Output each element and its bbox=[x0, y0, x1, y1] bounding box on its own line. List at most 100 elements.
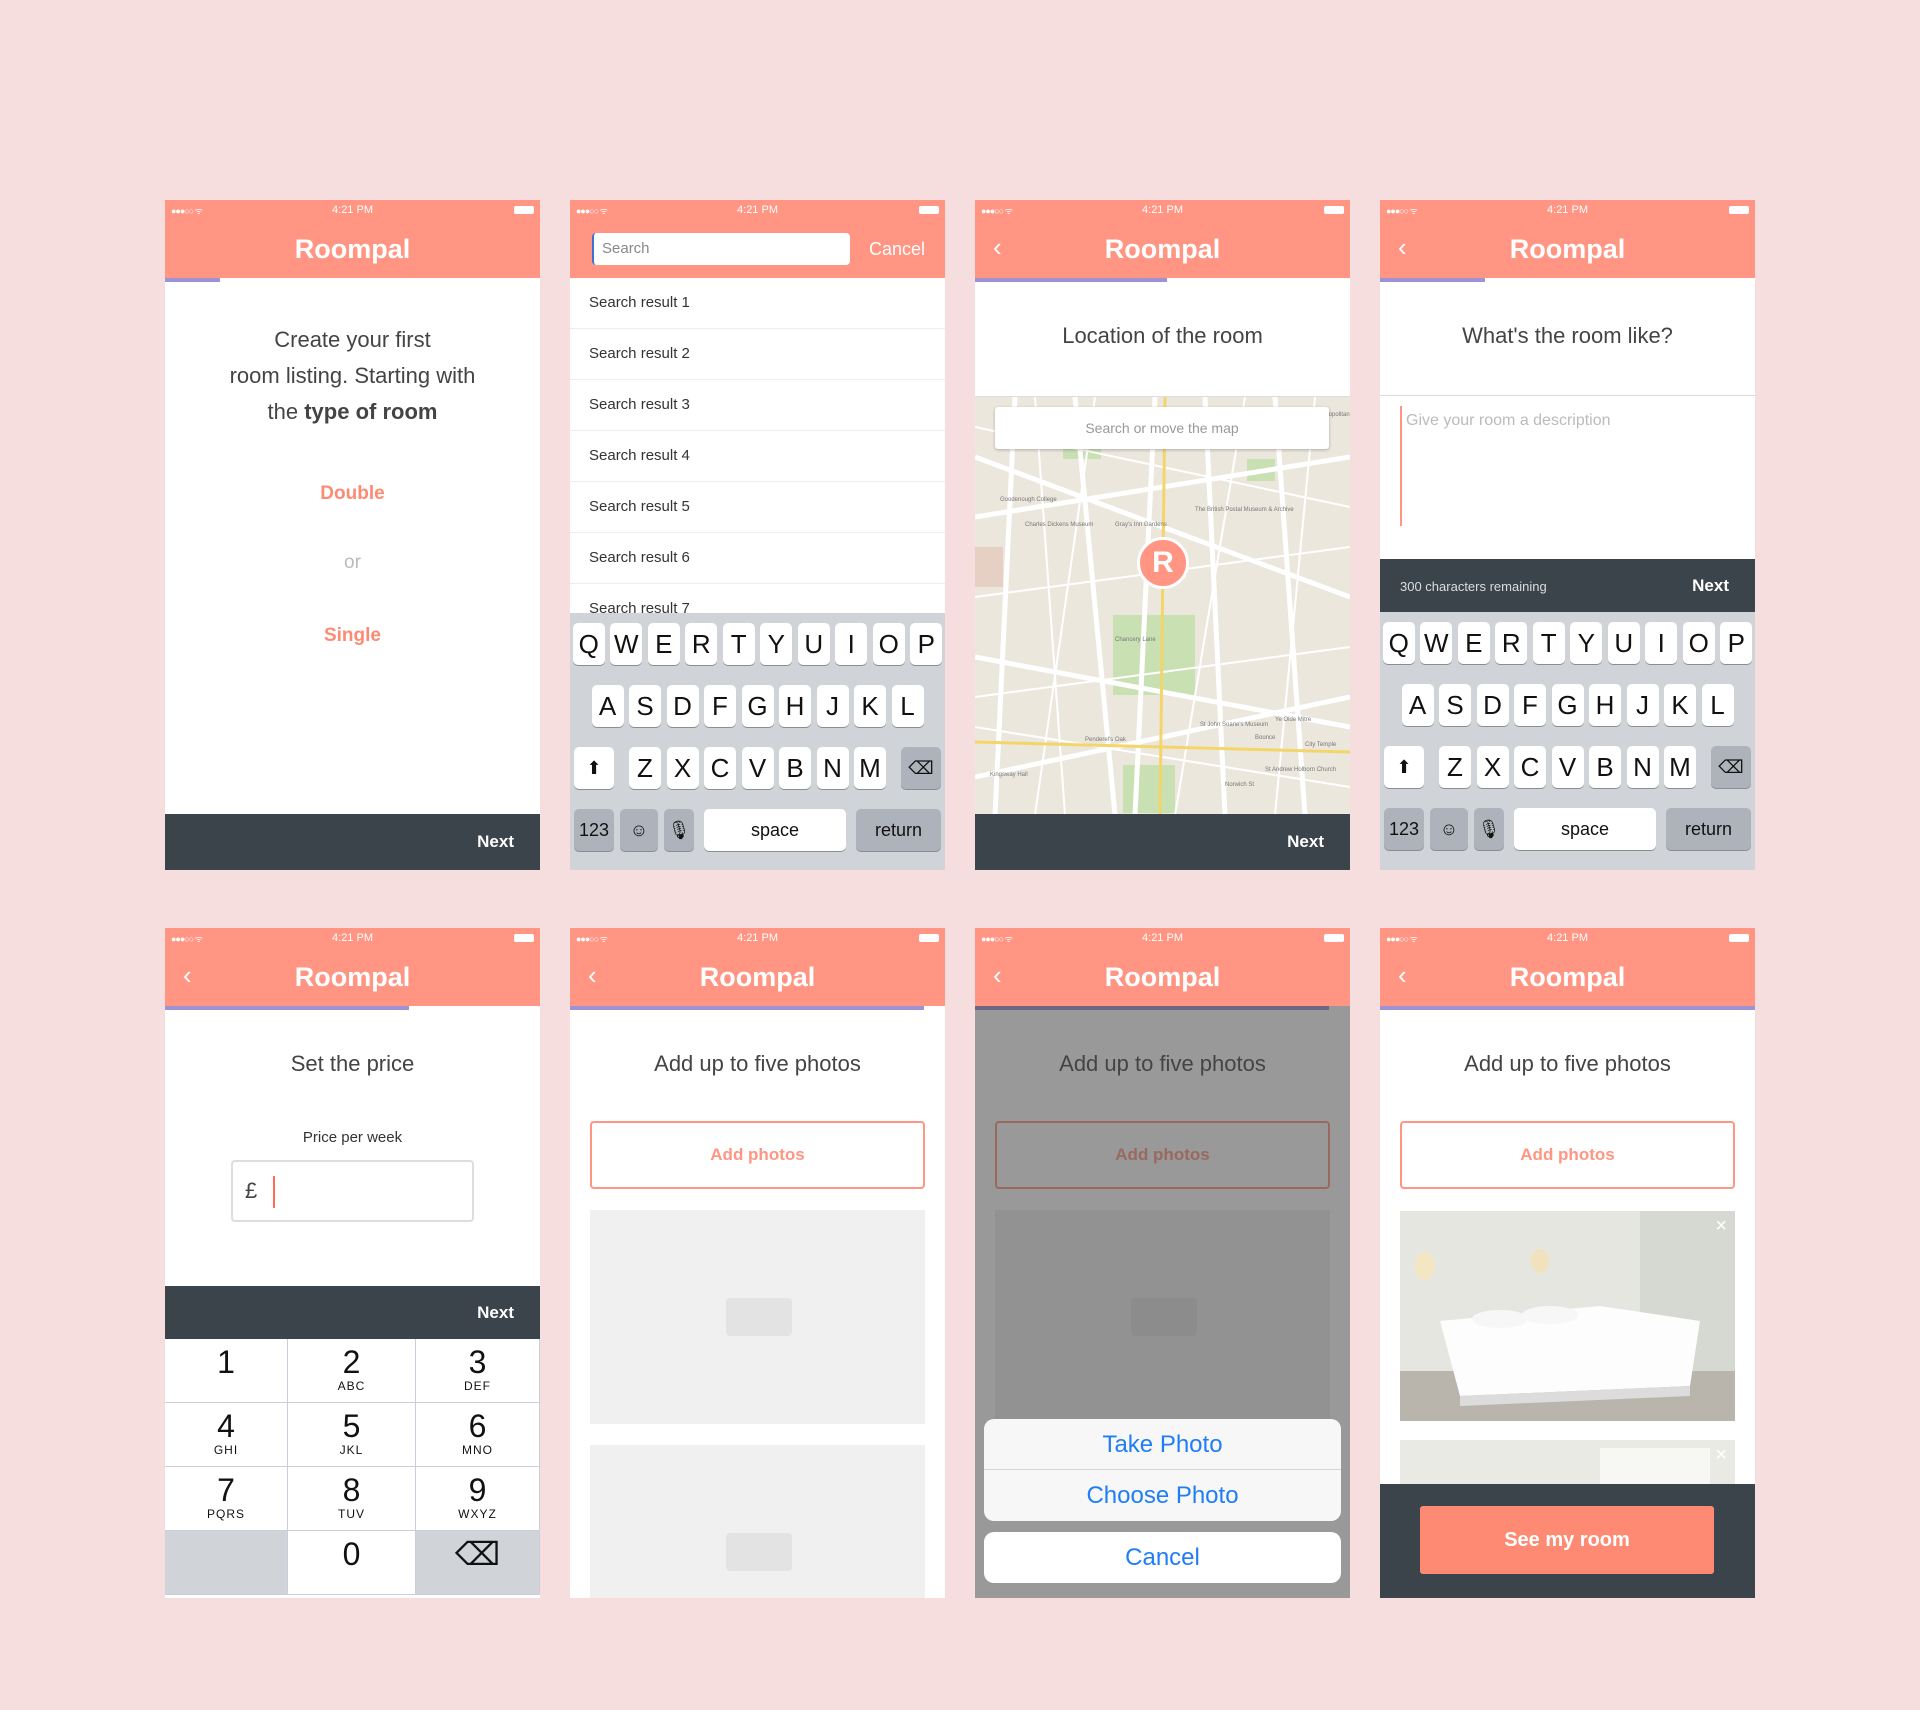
shift-key-icon[interactable]: ⬆ bbox=[1384, 746, 1424, 788]
key-h[interactable]: H bbox=[1589, 684, 1621, 726]
key-i[interactable]: I bbox=[835, 623, 868, 665]
numpad-key[interactable]: 5 JKL bbox=[288, 1403, 416, 1467]
space-key[interactable]: space bbox=[704, 809, 846, 851]
key-t[interactable]: T bbox=[722, 623, 755, 665]
key-b[interactable]: B bbox=[1589, 746, 1621, 788]
key-l[interactable]: L bbox=[1701, 684, 1734, 726]
key-w[interactable]: W bbox=[610, 623, 643, 665]
numpad-key[interactable]: 4 GHI bbox=[165, 1403, 288, 1467]
action-sheet-cancel-button[interactable]: Cancel bbox=[984, 1532, 1341, 1583]
key-k[interactable]: K bbox=[854, 685, 886, 727]
key-j[interactable]: J bbox=[816, 685, 849, 727]
remove-photo-icon[interactable]: × bbox=[1715, 1444, 1727, 1467]
key-j[interactable]: J bbox=[1626, 684, 1659, 726]
numpad-key[interactable]: 0 bbox=[288, 1531, 416, 1595]
key-r[interactable]: R bbox=[685, 623, 718, 665]
cancel-button[interactable]: Cancel bbox=[869, 239, 925, 260]
see-my-room-button[interactable]: See my room bbox=[1420, 1506, 1714, 1574]
key-y[interactable]: Y bbox=[760, 623, 793, 665]
map-view[interactable]: Goodenough College Charles Dickens Museum… bbox=[975, 396, 1350, 814]
search-result-item[interactable]: Search result 4 bbox=[570, 431, 945, 482]
numpad-key[interactable]: 7 PQRS bbox=[165, 1467, 288, 1531]
shift-key-icon[interactable]: ⬆ bbox=[574, 747, 614, 789]
next-button[interactable]: Next bbox=[1287, 832, 1324, 852]
add-photos-button[interactable]: Add photos bbox=[1400, 1121, 1735, 1189]
numpad-key[interactable]: 9 WXYZ bbox=[416, 1467, 540, 1531]
description-textarea[interactable]: Give your room a description bbox=[1400, 406, 1735, 526]
microphone-key-icon[interactable]: 🎙 bbox=[664, 809, 694, 851]
key-p[interactable]: P bbox=[1720, 622, 1753, 664]
key-z[interactable]: Z bbox=[629, 747, 661, 789]
key-q[interactable]: Q bbox=[1382, 622, 1415, 664]
search-result-item[interactable]: Search result 1 bbox=[570, 278, 945, 329]
next-button[interactable]: Next bbox=[477, 1303, 514, 1323]
key-g[interactable]: G bbox=[1551, 684, 1584, 726]
search-result-item[interactable]: Search result 6 bbox=[570, 533, 945, 584]
key-y[interactable]: Y bbox=[1570, 622, 1603, 664]
key-a[interactable]: A bbox=[591, 685, 624, 727]
numbers-key[interactable]: 123 bbox=[574, 809, 614, 851]
location-pin-icon[interactable]: R bbox=[1137, 537, 1189, 589]
room-photo[interactable]: × bbox=[1400, 1211, 1735, 1421]
key-c[interactable]: C bbox=[704, 747, 736, 789]
space-key[interactable]: space bbox=[1514, 808, 1656, 850]
emoji-key-icon[interactable]: ☺ bbox=[620, 809, 658, 851]
search-result-item[interactable]: Search result 7 bbox=[570, 584, 945, 614]
key-t[interactable]: T bbox=[1532, 622, 1565, 664]
key-r[interactable]: R bbox=[1495, 622, 1528, 664]
search-result-item[interactable]: Search result 5 bbox=[570, 482, 945, 533]
numpad-key[interactable]: 1 bbox=[165, 1339, 288, 1403]
backspace-key-icon[interactable]: ⌫ bbox=[901, 747, 941, 789]
search-input[interactable]: Search bbox=[592, 233, 850, 265]
microphone-key-icon[interactable]: 🎙 bbox=[1474, 808, 1504, 850]
delete-key-icon[interactable]: ⌫ bbox=[416, 1531, 540, 1595]
key-v[interactable]: V bbox=[741, 747, 774, 789]
key-k[interactable]: K bbox=[1664, 684, 1696, 726]
key-i[interactable]: I bbox=[1645, 622, 1678, 664]
return-key[interactable]: return bbox=[856, 809, 941, 851]
take-photo-button[interactable]: Take Photo bbox=[984, 1419, 1341, 1470]
key-x[interactable]: X bbox=[666, 747, 699, 789]
key-l[interactable]: L bbox=[891, 685, 924, 727]
numpad-key[interactable]: 3 DEF bbox=[416, 1339, 540, 1403]
key-h[interactable]: H bbox=[779, 685, 811, 727]
key-c[interactable]: C bbox=[1514, 746, 1546, 788]
key-u[interactable]: U bbox=[797, 623, 830, 665]
key-f[interactable]: F bbox=[704, 685, 736, 727]
key-g[interactable]: G bbox=[741, 685, 774, 727]
remove-photo-icon[interactable]: × bbox=[1715, 1215, 1727, 1238]
backspace-key-icon[interactable]: ⌫ bbox=[1711, 746, 1751, 788]
single-option[interactable]: Single bbox=[165, 625, 540, 647]
map-search-input[interactable]: Search or move the map bbox=[995, 407, 1329, 449]
numpad-key[interactable]: 8 TUV bbox=[288, 1467, 416, 1531]
search-result-item[interactable]: Search result 2 bbox=[570, 329, 945, 380]
numbers-key[interactable]: 123 bbox=[1384, 808, 1424, 850]
photo-placeholder[interactable] bbox=[590, 1210, 925, 1424]
choose-photo-button[interactable]: Choose Photo bbox=[984, 1470, 1341, 1521]
photo-placeholder[interactable] bbox=[590, 1445, 925, 1598]
key-p[interactable]: P bbox=[910, 623, 943, 665]
next-button[interactable]: Next bbox=[477, 832, 514, 852]
key-u[interactable]: U bbox=[1607, 622, 1640, 664]
key-z[interactable]: Z bbox=[1439, 746, 1471, 788]
key-e[interactable]: E bbox=[647, 623, 680, 665]
key-a[interactable]: A bbox=[1401, 684, 1434, 726]
key-n[interactable]: N bbox=[816, 747, 849, 789]
key-d[interactable]: D bbox=[1476, 684, 1509, 726]
key-b[interactable]: B bbox=[779, 747, 811, 789]
emoji-key-icon[interactable]: ☺ bbox=[1430, 808, 1468, 850]
add-photos-button[interactable]: Add photos bbox=[590, 1121, 925, 1189]
price-input[interactable]: £ bbox=[231, 1160, 474, 1222]
return-key[interactable]: return bbox=[1666, 808, 1751, 850]
key-e[interactable]: E bbox=[1457, 622, 1490, 664]
key-f[interactable]: F bbox=[1514, 684, 1546, 726]
key-s[interactable]: S bbox=[1439, 684, 1471, 726]
key-m[interactable]: M bbox=[1664, 746, 1696, 788]
key-o[interactable]: O bbox=[872, 623, 905, 665]
double-option[interactable]: Double bbox=[165, 483, 540, 505]
next-button[interactable]: Next bbox=[1692, 576, 1729, 596]
key-v[interactable]: V bbox=[1551, 746, 1584, 788]
key-n[interactable]: N bbox=[1626, 746, 1659, 788]
key-d[interactable]: D bbox=[666, 685, 699, 727]
numpad-key[interactable]: 2 ABC bbox=[288, 1339, 416, 1403]
